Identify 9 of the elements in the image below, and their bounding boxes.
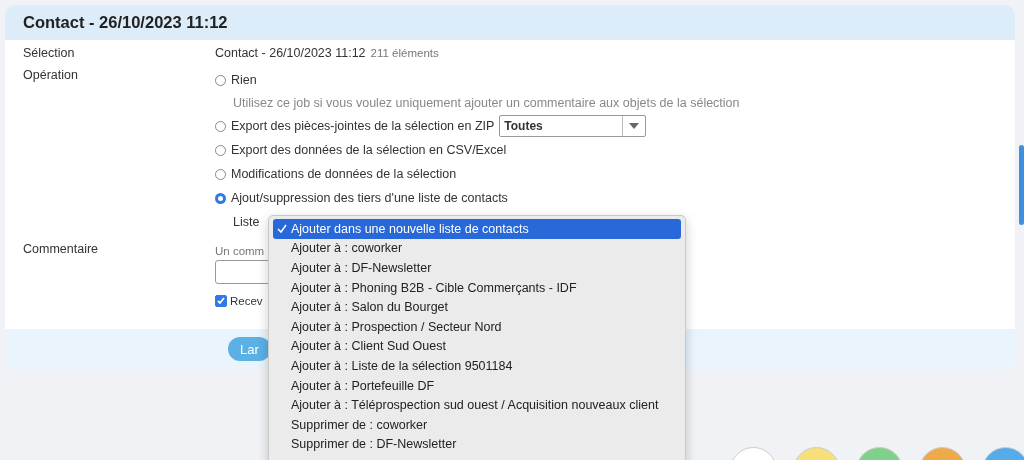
option-hint: Utilisez ce job si vous voulez uniquement ajouter un commentaire aux objets de la sélection xyxy=(232,95,740,112)
field-label: Commentaire xyxy=(23,242,100,258)
selection-name: Contact - 26/10/2023 11:12 xyxy=(215,46,366,60)
field-label: Liste xyxy=(233,215,260,229)
field-label: Sélection xyxy=(23,46,76,60)
selection-count: 211 éléments xyxy=(370,47,439,59)
comment-hint: Un comm xyxy=(215,244,265,259)
panel-title: Contact - 26/10/2023 11:12 xyxy=(23,13,228,32)
field-label: Opération xyxy=(23,68,79,84)
